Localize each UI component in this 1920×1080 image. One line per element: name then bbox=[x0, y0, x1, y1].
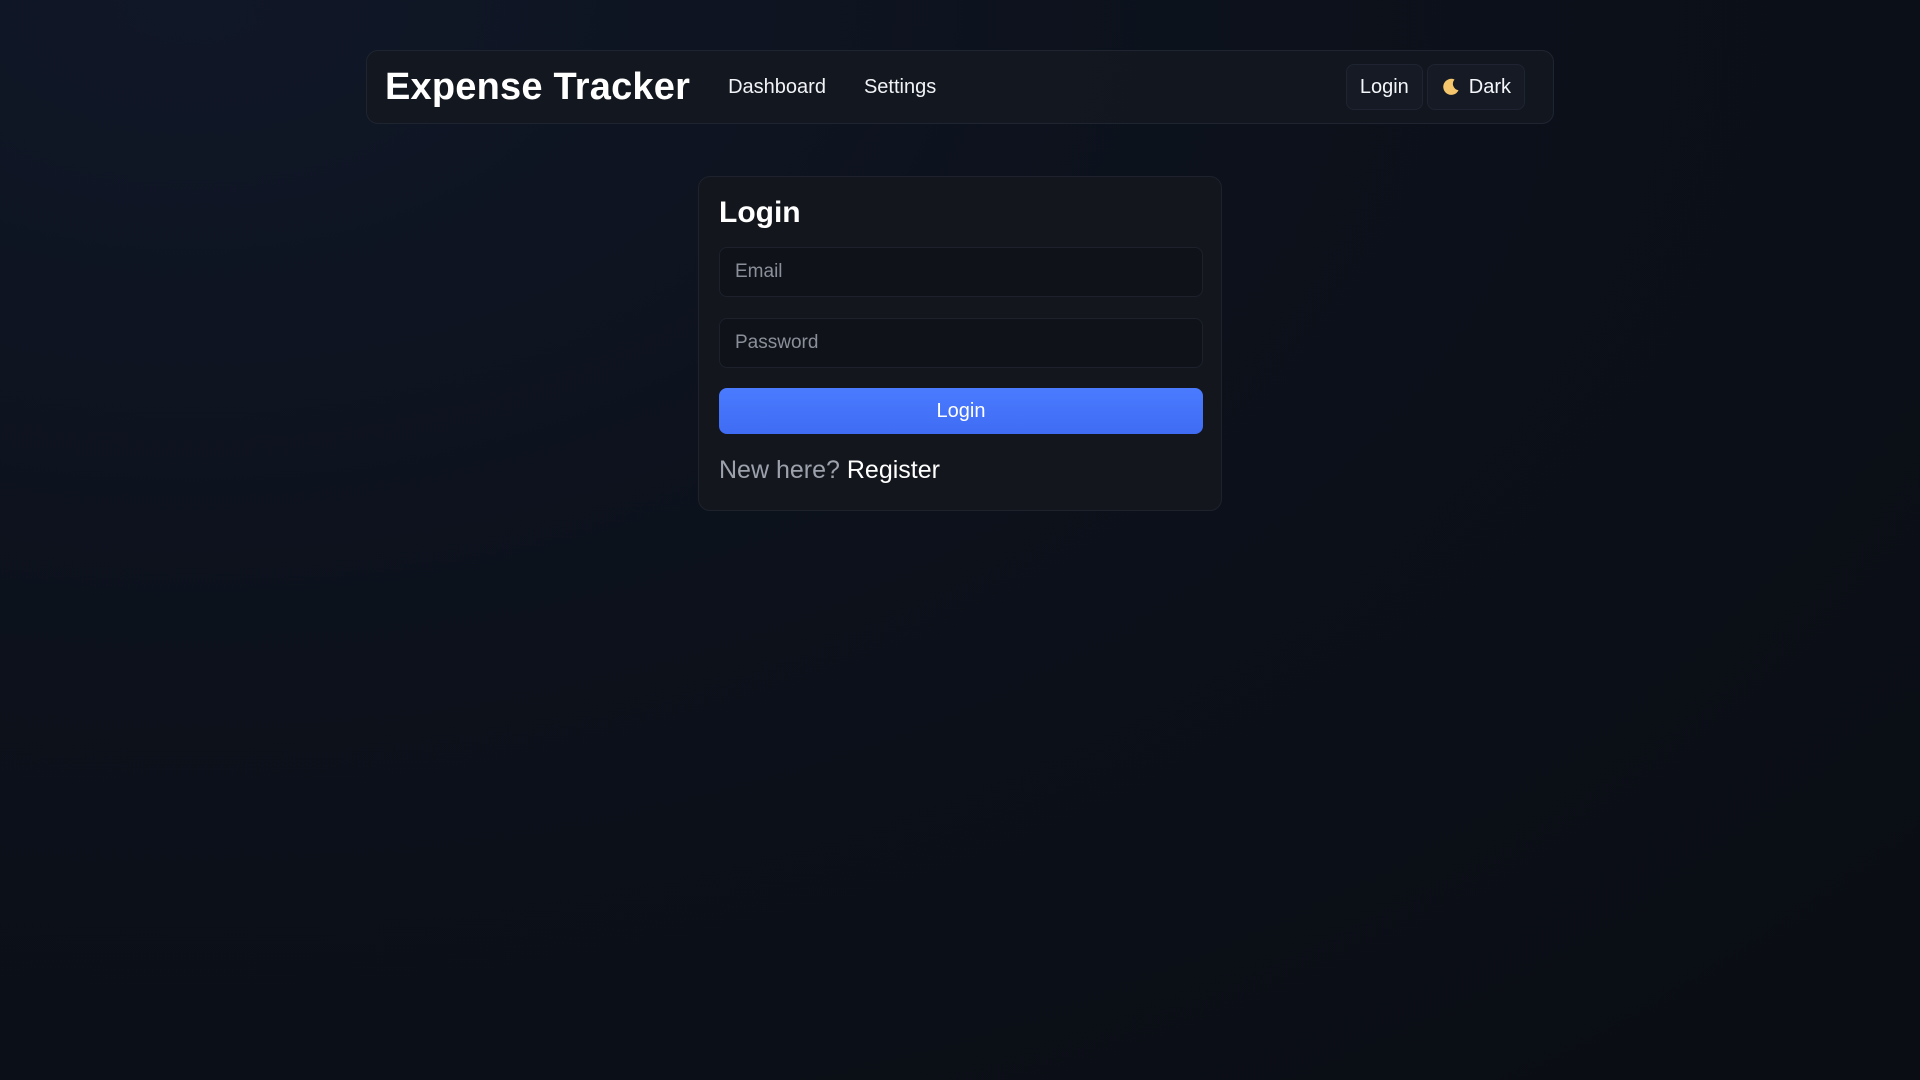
email-field[interactable] bbox=[719, 247, 1203, 297]
moon-icon bbox=[1441, 77, 1461, 97]
register-prompt-text: New here? bbox=[719, 456, 840, 484]
nav-link-dashboard[interactable]: Dashboard bbox=[728, 76, 826, 99]
register-link[interactable]: Register bbox=[847, 456, 940, 484]
login-card: Login Login New here? Register bbox=[698, 176, 1222, 511]
nav-login-button[interactable]: Login bbox=[1345, 64, 1423, 110]
top-navbar: Expense Tracker Dashboard Settings Login… bbox=[366, 50, 1554, 124]
theme-toggle-label: Dark bbox=[1468, 75, 1511, 98]
login-title: Login bbox=[719, 196, 801, 229]
password-field[interactable] bbox=[719, 318, 1203, 368]
login-submit-button[interactable]: Login bbox=[719, 388, 1203, 434]
nav-login-label: Login bbox=[1359, 75, 1409, 98]
app-title[interactable]: Expense Tracker bbox=[385, 66, 690, 109]
nav-link-settings[interactable]: Settings bbox=[864, 76, 936, 99]
register-prompt-line: New here? Register bbox=[719, 456, 1201, 484]
theme-toggle-button[interactable]: Dark bbox=[1426, 64, 1525, 110]
